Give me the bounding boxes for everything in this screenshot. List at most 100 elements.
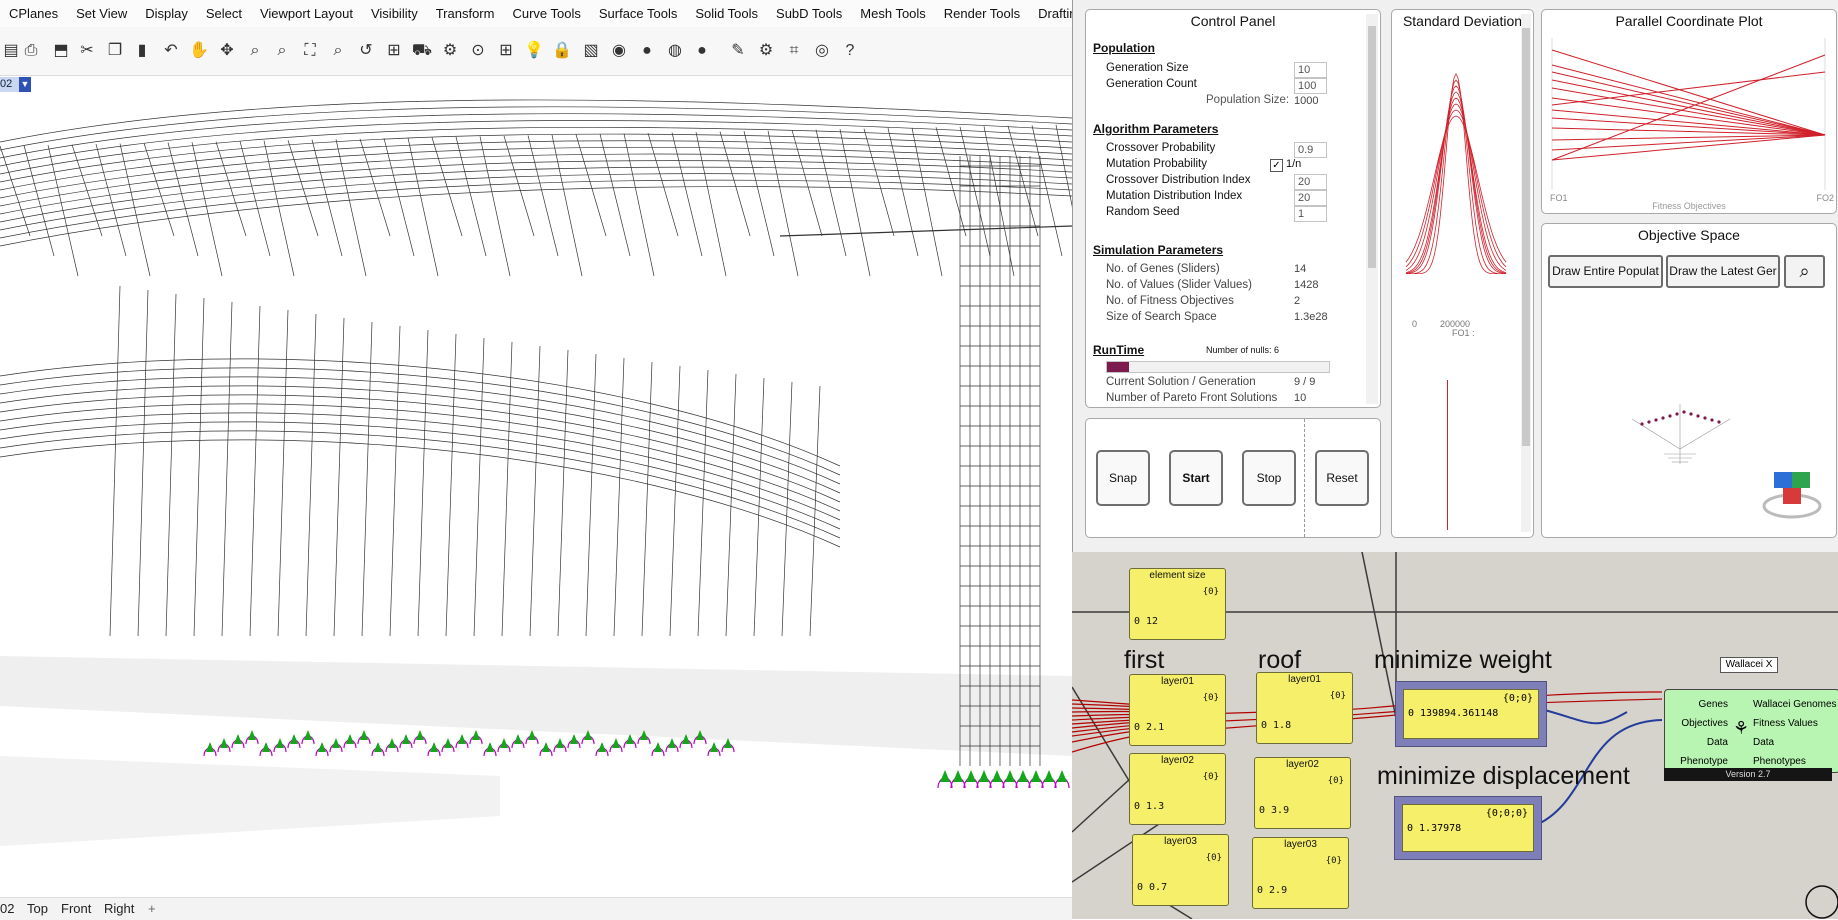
label-number-of-values: No. of Values (Slider Values) xyxy=(1106,279,1252,291)
color-wheel-icon[interactable]: ◉ xyxy=(608,40,630,62)
control-panel: Control Panel Population Generation Size… xyxy=(1085,9,1381,408)
menu-transform[interactable]: Transform xyxy=(427,0,504,27)
menu-solid-tools[interactable]: Solid Tools xyxy=(686,0,767,27)
camera-icon[interactable]: ⚙ xyxy=(439,40,461,62)
standard-deviation-title: Standard Deviation xyxy=(1402,13,1523,29)
first-layer01-slider[interactable]: layer01 {0} 0 2.1 xyxy=(1129,674,1226,746)
menu-curve-tools[interactable]: Curve Tools xyxy=(503,0,589,27)
menu-surface-tools[interactable]: Surface Tools xyxy=(590,0,687,27)
std-scrollbar[interactable] xyxy=(1521,14,1531,532)
undo-view-icon[interactable]: ↺ xyxy=(355,40,377,62)
tab-viewport-02[interactable]: 02 xyxy=(0,901,14,916)
zoom-selected-icon[interactable]: ⌕ xyxy=(327,40,349,62)
control-panel-scrollbar[interactable] xyxy=(1366,14,1378,404)
scrollbar-thumb[interactable] xyxy=(1368,26,1376,268)
first-layer03-slider[interactable]: layer03 {0} 0 0.7 xyxy=(1132,834,1229,906)
displacement-panel[interactable]: {0;0;0} 0 1.37978 xyxy=(1394,796,1542,860)
rotate-view-icon[interactable]: ✥ xyxy=(216,40,238,62)
element-size-slider[interactable]: element size {0} 0 12 xyxy=(1129,568,1226,640)
render-sphere-icon[interactable]: ● xyxy=(691,40,713,62)
menu-visibility[interactable]: Visibility xyxy=(362,0,427,27)
rendered-sphere-icon[interactable]: ◍ xyxy=(664,40,686,62)
save-icon[interactable]: ▤ xyxy=(0,40,22,62)
grid-icon[interactable]: ⊞ xyxy=(495,40,517,62)
draw-latest-generation-button[interactable]: Draw the Latest Ger xyxy=(1666,255,1780,288)
random-seed-field[interactable]: 1 xyxy=(1294,206,1327,222)
rhino-viewport[interactable] xyxy=(0,76,1087,897)
cplane-icon[interactable]: ⊙ xyxy=(467,40,489,62)
snap-button[interactable]: Snap xyxy=(1096,450,1150,506)
menu-select[interactable]: Select xyxy=(197,0,251,27)
crossover-probability-field[interactable]: 0.9 xyxy=(1294,142,1327,158)
wallacei-window: Control Panel Population Generation Size… xyxy=(1072,0,1838,552)
pen-icon[interactable]: ✎ xyxy=(727,40,749,62)
first-layer02-slider[interactable]: layer02 {0} 0 1.3 xyxy=(1129,753,1226,825)
globe-icon[interactable]: ◎ xyxy=(811,40,833,62)
lock-icon[interactable]: 🔒 xyxy=(551,40,573,62)
viewport-menu-arrow-icon[interactable]: ▼ xyxy=(19,77,31,92)
help-icon[interactable]: ? xyxy=(839,40,861,62)
output-data[interactable]: Data xyxy=(1753,733,1837,752)
zoom-icon[interactable]: ⌕ xyxy=(244,40,266,62)
zoom-magnifier-icon[interactable]: ⌕ xyxy=(1784,255,1825,288)
menu-mesh-tools[interactable]: Mesh Tools xyxy=(851,0,935,27)
four-view-icon[interactable]: ⊞ xyxy=(383,40,405,62)
slider-branch: {0} xyxy=(1202,587,1219,597)
grasshopper-canvas[interactable]: element size {0} 0 12 first roof minimiz… xyxy=(1072,542,1838,919)
named-view-icon[interactable]: ⛟ xyxy=(411,40,433,62)
menu-drafting[interactable]: Drafting xyxy=(1029,0,1072,27)
start-button[interactable]: Start xyxy=(1169,450,1223,506)
menu-viewport-layout[interactable]: Viewport Layout xyxy=(251,0,362,27)
zoom-window-icon[interactable]: ⌕ xyxy=(271,40,293,62)
draw-entire-population-button[interactable]: Draw Entire Populat xyxy=(1548,255,1663,288)
add-tab-icon[interactable]: + xyxy=(148,901,156,916)
panel-branch: {0;0;0} xyxy=(1485,808,1528,819)
cut-icon[interactable]: ✂ xyxy=(76,40,98,62)
layer-icon[interactable]: ▧ xyxy=(580,40,602,62)
copy-icon[interactable]: ❐ xyxy=(104,40,126,62)
menu-render-tools[interactable]: Render Tools xyxy=(935,0,1029,27)
label-number-of-objectives: No. of Fitness Objectives xyxy=(1106,295,1234,307)
label-mutation-probability: Mutation Probability xyxy=(1106,158,1207,170)
tab-front[interactable]: Front xyxy=(61,901,91,916)
slider-name: layer03 xyxy=(1284,839,1317,850)
mutation-distribution-field[interactable]: 20 xyxy=(1294,190,1327,206)
light-bulb-icon[interactable]: 💡 xyxy=(523,40,545,62)
input-genes[interactable]: Genes xyxy=(1670,695,1728,714)
tab-top[interactable]: Top xyxy=(27,901,48,916)
tab-right[interactable]: Right xyxy=(104,901,134,916)
parallel-coordinate-plot xyxy=(1551,38,1826,190)
output-fitness-values[interactable]: Fitness Values xyxy=(1753,714,1837,733)
crossover-distribution-field[interactable]: 20 xyxy=(1294,174,1327,190)
reset-button[interactable]: Reset xyxy=(1315,450,1369,506)
roof-layer03-slider[interactable]: layer03 {0} 0 2.9 xyxy=(1252,837,1349,909)
paste-icon[interactable]: ▮ xyxy=(131,40,153,62)
std-scrollbar-thumb[interactable] xyxy=(1522,28,1530,446)
export-icon[interactable]: ⬒ xyxy=(50,40,72,62)
menu-display[interactable]: Display xyxy=(136,0,197,27)
output-genomes[interactable]: Wallacei Genomes xyxy=(1753,695,1837,714)
options-gear-icon[interactable]: ⚙ xyxy=(755,40,777,62)
menu-subd-tools[interactable]: SubD Tools xyxy=(767,0,851,27)
stop-button[interactable]: Stop xyxy=(1242,450,1296,506)
label-generation-size: Generation Size xyxy=(1106,62,1189,74)
roof-layer02-slider[interactable]: layer02 {0} 0 3.9 xyxy=(1254,757,1351,829)
slider-name: layer02 xyxy=(1286,759,1319,770)
generation-size-field[interactable]: 10 xyxy=(1294,62,1327,78)
menu-cplanes[interactable]: CPlanes xyxy=(0,0,67,27)
input-data[interactable]: Data xyxy=(1670,733,1728,752)
input-objectives[interactable]: Objectives xyxy=(1670,714,1728,733)
mutation-1n-checkbox[interactable]: ✓ xyxy=(1270,159,1283,172)
generation-count-field[interactable]: 100 xyxy=(1294,78,1327,94)
undo-icon[interactable]: ↶ xyxy=(160,40,182,62)
print-icon[interactable]: ⎙ xyxy=(20,40,42,62)
pan-hand-icon[interactable]: ✋ xyxy=(188,40,210,62)
zoom-extents-icon[interactable]: ⛶ xyxy=(299,40,321,62)
menu-set-view[interactable]: Set View xyxy=(67,0,136,27)
weight-panel[interactable]: {0;0} 0 139894.361148 xyxy=(1395,681,1547,747)
shaded-sphere-icon[interactable]: ● xyxy=(636,40,658,62)
wallacei-x-component[interactable]: Genes Objectives Data Phenotype ⚘ Wallac… xyxy=(1664,689,1838,773)
roof-layer01-slider[interactable]: layer01 {0} 0 1.8 xyxy=(1256,672,1353,744)
objectives-value: 2 xyxy=(1294,295,1301,307)
command-icon[interactable]: ⌗ xyxy=(783,40,805,62)
